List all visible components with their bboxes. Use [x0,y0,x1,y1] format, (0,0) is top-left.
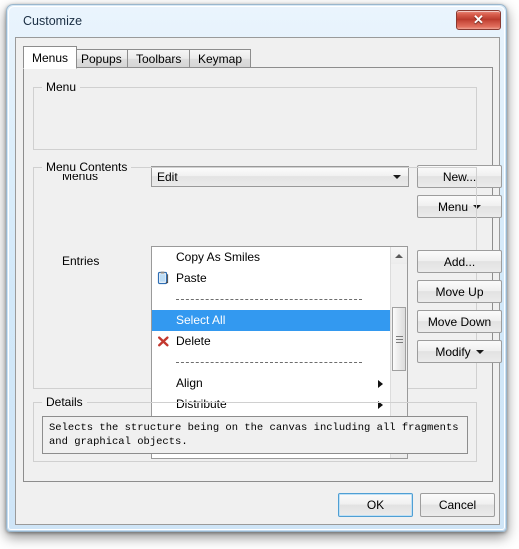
tab-keymap[interactable]: Keymap [189,49,252,68]
list-item-selected[interactable]: Select All [152,310,390,331]
window-title: Customize [23,14,83,28]
ok-button-label: OK [366,498,385,512]
scrollbar-thumb[interactable] [392,307,406,371]
title-bar[interactable]: Customize ✕ [9,7,504,37]
modify-button-label: Modify [435,344,471,359]
add-button[interactable]: Add... [417,250,502,273]
group-menu: Menu [33,80,477,150]
triangle-up-icon [395,253,403,258]
ok-button[interactable]: OK [338,493,413,517]
scroll-up-button[interactable] [391,247,407,264]
list-item[interactable]: Align [152,373,390,394]
move-down-button[interactable]: Move Down [417,310,502,333]
separator-line [176,299,362,301]
move-up-button-label: Move Up [435,284,484,299]
group-menu-contents-title: Menu Contents [42,160,132,174]
window-inner-frame: Customize ✕ Menus Popups Toolbars Keymap… [8,6,505,530]
list-item-label: Delete [176,334,211,348]
move-up-button[interactable]: Move Up [417,280,502,303]
list-item-label: Copy As Smiles [176,250,261,264]
cancel-button[interactable]: Cancel [420,493,495,517]
list-item[interactable]: Delete [152,331,390,352]
tab-popups[interactable]: Popups [72,49,131,68]
dialog-footer: OK Cancel [16,484,499,524]
list-item-separator[interactable] [152,352,390,373]
separator-line [176,362,362,364]
list-item[interactable]: Paste [152,268,390,289]
group-details-title: Details [42,395,87,409]
tab-strip: Menus Popups Toolbars Keymap [23,46,493,69]
move-down-button-label: Move Down [427,314,492,329]
list-item-separator[interactable] [152,289,390,310]
entries-label: Entries [62,254,100,268]
list-item-label: Align [176,376,203,390]
list-item[interactable]: Copy As Smiles [152,247,390,268]
list-item-label: Select All [176,313,226,327]
dialog-client-area: Menus Popups Toolbars Keymap Menu Menus … [15,37,502,525]
tab-menus[interactable]: Menus [23,46,78,69]
cancel-button-label: Cancel [438,498,477,512]
tab-toolbars[interactable]: Toolbars [127,49,191,68]
chevron-down-icon [475,349,484,354]
grip-icon [396,336,403,343]
close-icon: ✕ [473,12,484,27]
chevron-right-icon [378,380,383,388]
paste-icon [156,271,171,286]
customize-dialog-window: Customize ✕ Menus Popups Toolbars Keymap… [6,4,507,532]
delete-icon [156,334,171,349]
add-button-label: Add... [443,254,476,269]
details-text: Selects the structure being on the canva… [42,416,468,454]
tab-page-menus: Menu Menus Edit New... Menu Menu Content… [23,68,502,482]
list-item-label: Paste [176,271,207,285]
modify-button[interactable]: Modify [417,340,502,363]
close-button[interactable]: ✕ [456,10,501,30]
group-menu-title: Menu [42,80,81,94]
